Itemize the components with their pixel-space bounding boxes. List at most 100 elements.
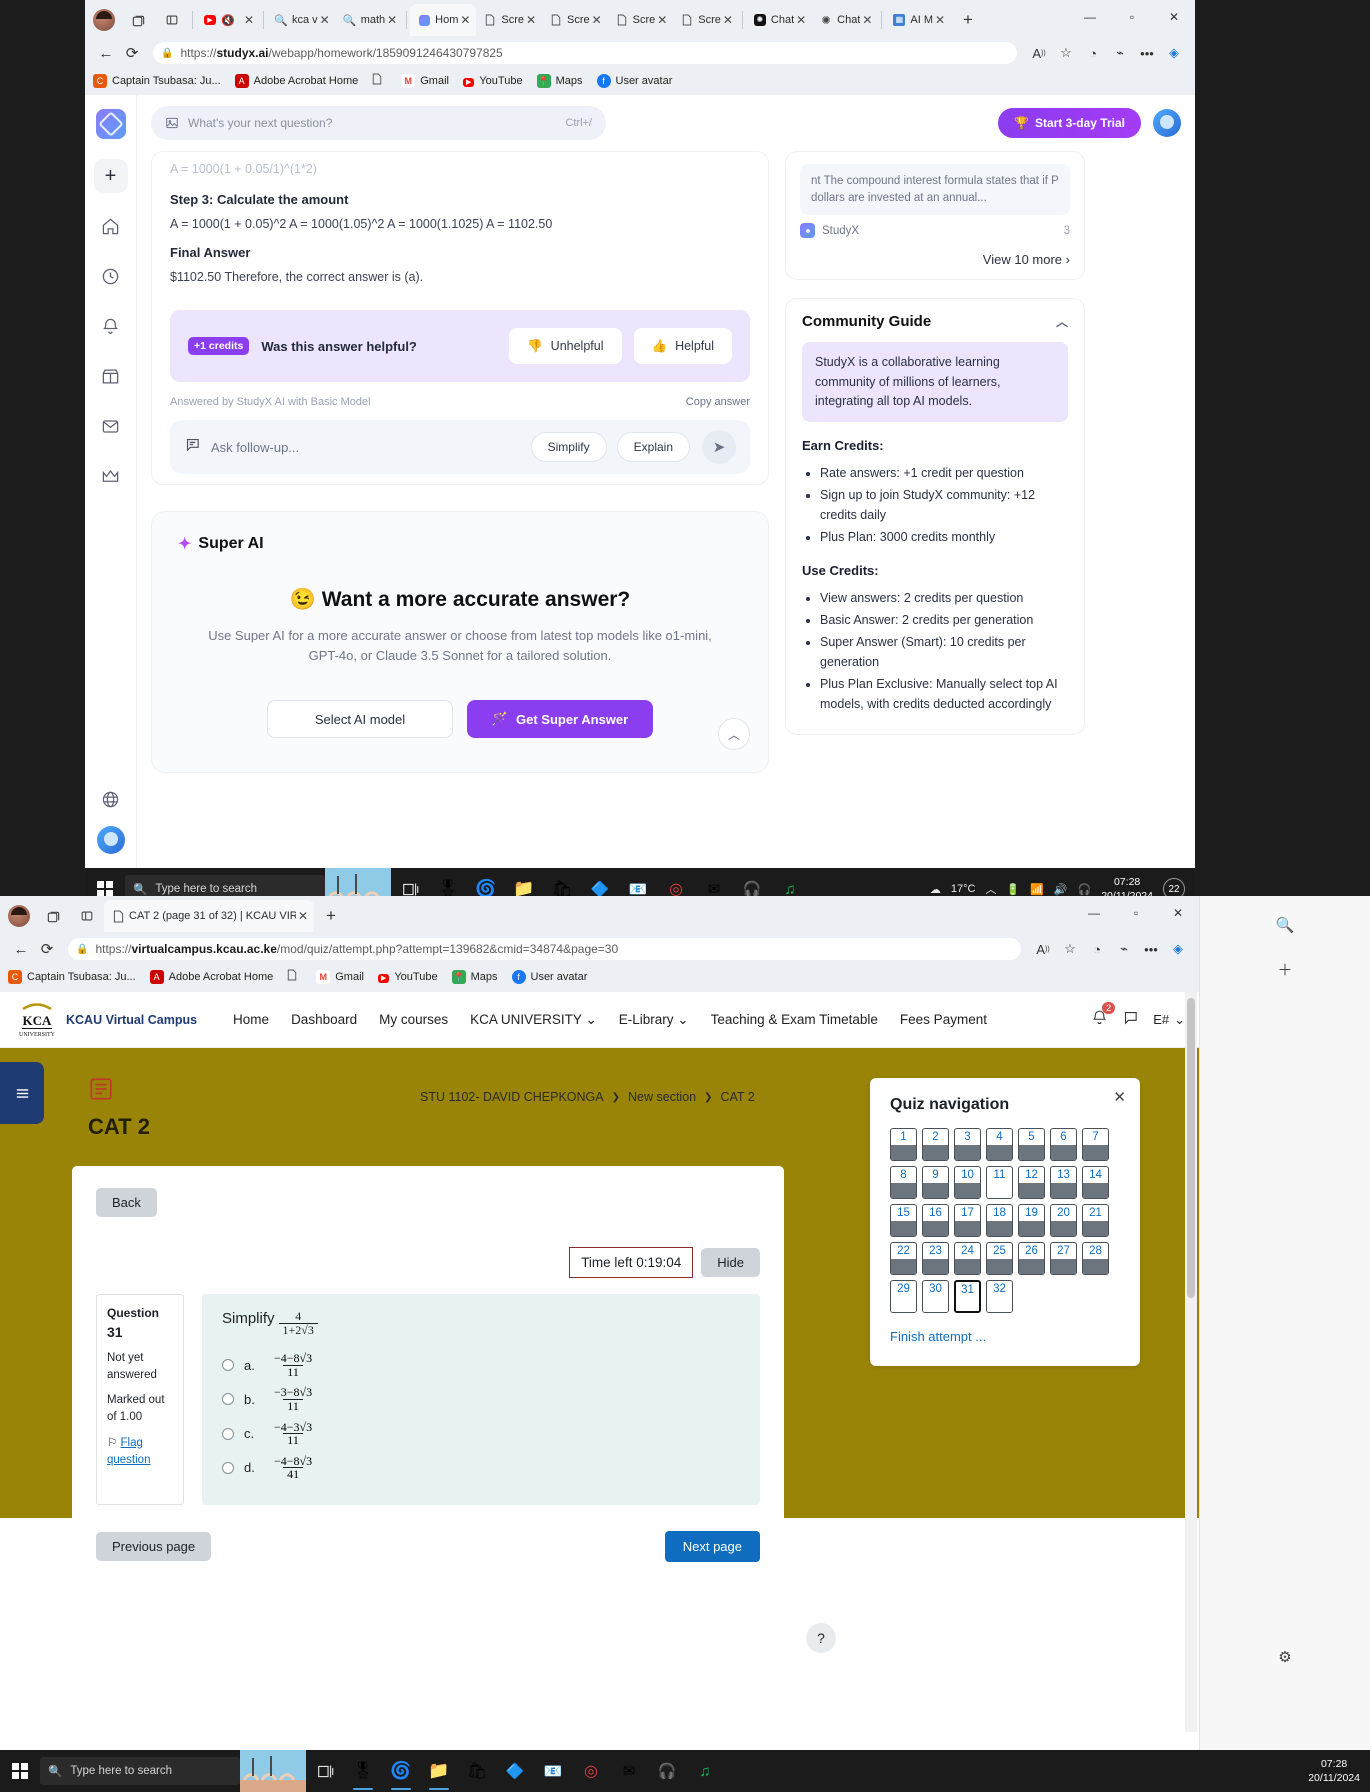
browser-tab-8[interactable]: ✺ Chat ✕	[746, 4, 812, 36]
scrollbar-thumb[interactable]	[1187, 998, 1195, 1298]
quiz-nav-question-12[interactable]: 12	[1018, 1166, 1045, 1199]
bookmark-5[interactable]: 📍 Maps	[536, 73, 583, 88]
copilot-icon[interactable]: ◈	[1161, 40, 1187, 66]
finish-attempt-link[interactable]: Finish attempt ...	[890, 1329, 1120, 1344]
close-window-button-2[interactable]: ✕	[1157, 896, 1199, 930]
bookmark-0[interactable]: C Captain Tsubasa: Ju...	[8, 969, 136, 984]
studyx-logo-icon[interactable]	[95, 109, 126, 139]
tab-mute-icon[interactable]: 🔇	[221, 13, 235, 27]
taskbar-app-edge-2[interactable]: 🌀	[382, 1750, 420, 1792]
help-button[interactable]: ?	[806, 1623, 836, 1653]
simplify-chip[interactable]: Simplify	[530, 432, 607, 462]
minimize-button-2[interactable]: —	[1073, 896, 1115, 930]
browser-essentials-icon-2[interactable]: ◔	[1084, 936, 1110, 962]
close-tab-icon[interactable]: ✕	[242, 13, 256, 27]
select-ai-model-button[interactable]: Select AI model	[267, 700, 453, 739]
quiz-nav-question-18[interactable]: 18	[986, 1204, 1013, 1237]
moodle-brand[interactable]: KCAU Virtual Campus	[66, 1013, 197, 1027]
taskbar-app-explorer-2[interactable]: 📁	[420, 1750, 458, 1792]
start-button-2[interactable]	[0, 1763, 40, 1779]
url-input-2[interactable]: 🔒 https://virtualcampus.kcau.ac.ke/mod/q…	[68, 938, 1021, 960]
followup-input[interactable]: Ask follow-up...	[211, 440, 299, 455]
messages-icon[interactable]	[1122, 1009, 1139, 1031]
crown-premium-icon[interactable]	[94, 459, 128, 493]
split-screen-icon[interactable]	[157, 5, 187, 35]
browser-tab-6[interactable]: Scre ✕	[608, 4, 674, 36]
quiz-nav-question-21[interactable]: 21	[1082, 1204, 1109, 1237]
browser-tab-5[interactable]: Scre ✕	[542, 4, 608, 36]
user-avatar[interactable]	[96, 826, 125, 854]
breadcrumb-item-0[interactable]: STU 1102- DAVID CHEPKONGA	[420, 1090, 604, 1104]
maximize-button[interactable]: ▫	[1111, 0, 1153, 34]
profile-avatar-icon-2[interactable]	[4, 901, 34, 931]
taskbar-app-photos-2[interactable]: 🔷	[496, 1750, 534, 1792]
quiz-nav-question-19[interactable]: 19	[1018, 1204, 1045, 1237]
quiz-nav-question-3[interactable]: 3	[954, 1128, 981, 1161]
reload-button[interactable]: ⟳	[119, 40, 145, 66]
answer-option-0[interactable]: a. −4−8√3 11	[222, 1352, 740, 1378]
search-input[interactable]: What's your next question? Ctrl+/	[151, 106, 606, 140]
browser-tab-1[interactable]: 🔍 kca v ✕	[267, 4, 336, 36]
radio-icon[interactable]	[222, 1427, 234, 1440]
browser-tab-4[interactable]: Scre ✕	[476, 4, 542, 36]
hide-timer-button[interactable]: Hide	[701, 1248, 760, 1277]
browser-tab-3[interactable]: Hom ✕	[410, 4, 477, 36]
quiz-nav-question-17[interactable]: 17	[954, 1204, 981, 1237]
quiz-nav-question-29[interactable]: 29	[890, 1280, 917, 1313]
nav-link-4[interactable]: E-Library ⌄	[619, 1012, 689, 1028]
collections-icon[interactable]: ⌁	[1107, 40, 1133, 66]
close-tab-icon[interactable]: ✕	[458, 13, 472, 27]
bookmark-4[interactable]: ▶ YouTube	[377, 971, 438, 983]
close-panel-icon[interactable]: ✕	[1113, 1088, 1126, 1106]
edge-settings-icon[interactable]: ⚙	[1270, 1642, 1300, 1672]
user-menu[interactable]: E# ⌄	[1153, 1012, 1185, 1028]
maximize-button-2[interactable]: ▫	[1115, 896, 1157, 930]
taskbar-app-mail-2[interactable]: ✉	[610, 1750, 648, 1792]
taskbar-app-badge-2[interactable]: 🎖	[344, 1750, 382, 1792]
tab-collections-icon[interactable]	[123, 5, 153, 35]
settings-more-icon[interactable]: •••	[1134, 40, 1160, 66]
answer-option-2[interactable]: c. −4−3√3 11	[222, 1420, 740, 1447]
close-tab-icon[interactable]: ✕	[794, 13, 808, 27]
notifications-bell-icon-2[interactable]: 2	[1091, 1001, 1116, 1031]
quiz-nav-question-15[interactable]: 15	[890, 1204, 917, 1237]
bookmark-6[interactable]: f User avatar	[511, 969, 587, 984]
quiz-nav-question-32[interactable]: 32	[986, 1280, 1013, 1313]
bookmark-3[interactable]: M Gmail	[401, 73, 449, 88]
edge-search-icon[interactable]: 🔍	[1270, 910, 1300, 940]
nav-link-2[interactable]: My courses	[379, 1012, 448, 1027]
weather-cloud-icon[interactable]: ☁	[930, 883, 941, 896]
radio-icon[interactable]	[222, 1393, 234, 1406]
taskbar-clock-2[interactable]: 07:28 20/11/2024	[1308, 1757, 1360, 1785]
open-drawer-button[interactable]	[0, 1062, 44, 1124]
quiz-nav-question-1[interactable]: 1	[890, 1128, 917, 1161]
answer-option-1[interactable]: b. −3−8√3 11	[222, 1386, 740, 1412]
explain-chip[interactable]: Explain	[616, 432, 690, 462]
browser-tab-10[interactable]: ▦ AI M ✕	[885, 4, 951, 36]
browser-tab-7[interactable]: Scre ✕	[673, 4, 739, 36]
quiz-nav-question-6[interactable]: 6	[1050, 1128, 1077, 1161]
breadcrumb-item-1[interactable]: New section	[628, 1090, 696, 1104]
nav-link-6[interactable]: Fees Payment	[900, 1012, 987, 1027]
reload-button-2[interactable]: ⟳	[34, 936, 60, 962]
new-tab-button[interactable]: +	[955, 7, 981, 33]
bookmark-5[interactable]: 📍 Maps	[451, 969, 498, 984]
taskbar-widget-image-2[interactable]	[240, 1750, 306, 1792]
read-aloud-icon-2[interactable]: A))	[1030, 936, 1056, 962]
tray-expand-icon[interactable]: ︿	[985, 881, 996, 897]
taskbar-search-2[interactable]: 🔍 Type here to search	[40, 1757, 240, 1785]
close-tab-icon[interactable]: ✕	[296, 909, 310, 923]
close-tab-icon[interactable]: ✕	[933, 13, 947, 27]
next-page-button[interactable]: Next page	[664, 1530, 760, 1562]
back-button-2[interactable]: ←	[8, 936, 34, 962]
close-tab-icon[interactable]: ✕	[318, 13, 332, 27]
bookmark-4[interactable]: ▶ YouTube	[462, 75, 523, 87]
nav-link-0[interactable]: Home	[233, 1012, 269, 1027]
profile-avatar-icon[interactable]	[89, 5, 119, 35]
quiz-nav-question-10[interactable]: 10	[954, 1166, 981, 1199]
mail-icon[interactable]	[94, 409, 128, 443]
quiz-nav-question-30[interactable]: 30	[922, 1280, 949, 1313]
community-guide-header[interactable]: Community Guide ︿	[802, 313, 1068, 330]
bookmark-3[interactable]: M Gmail	[316, 969, 364, 984]
taskbar-app-outlook-2[interactable]: 📧	[534, 1750, 572, 1792]
